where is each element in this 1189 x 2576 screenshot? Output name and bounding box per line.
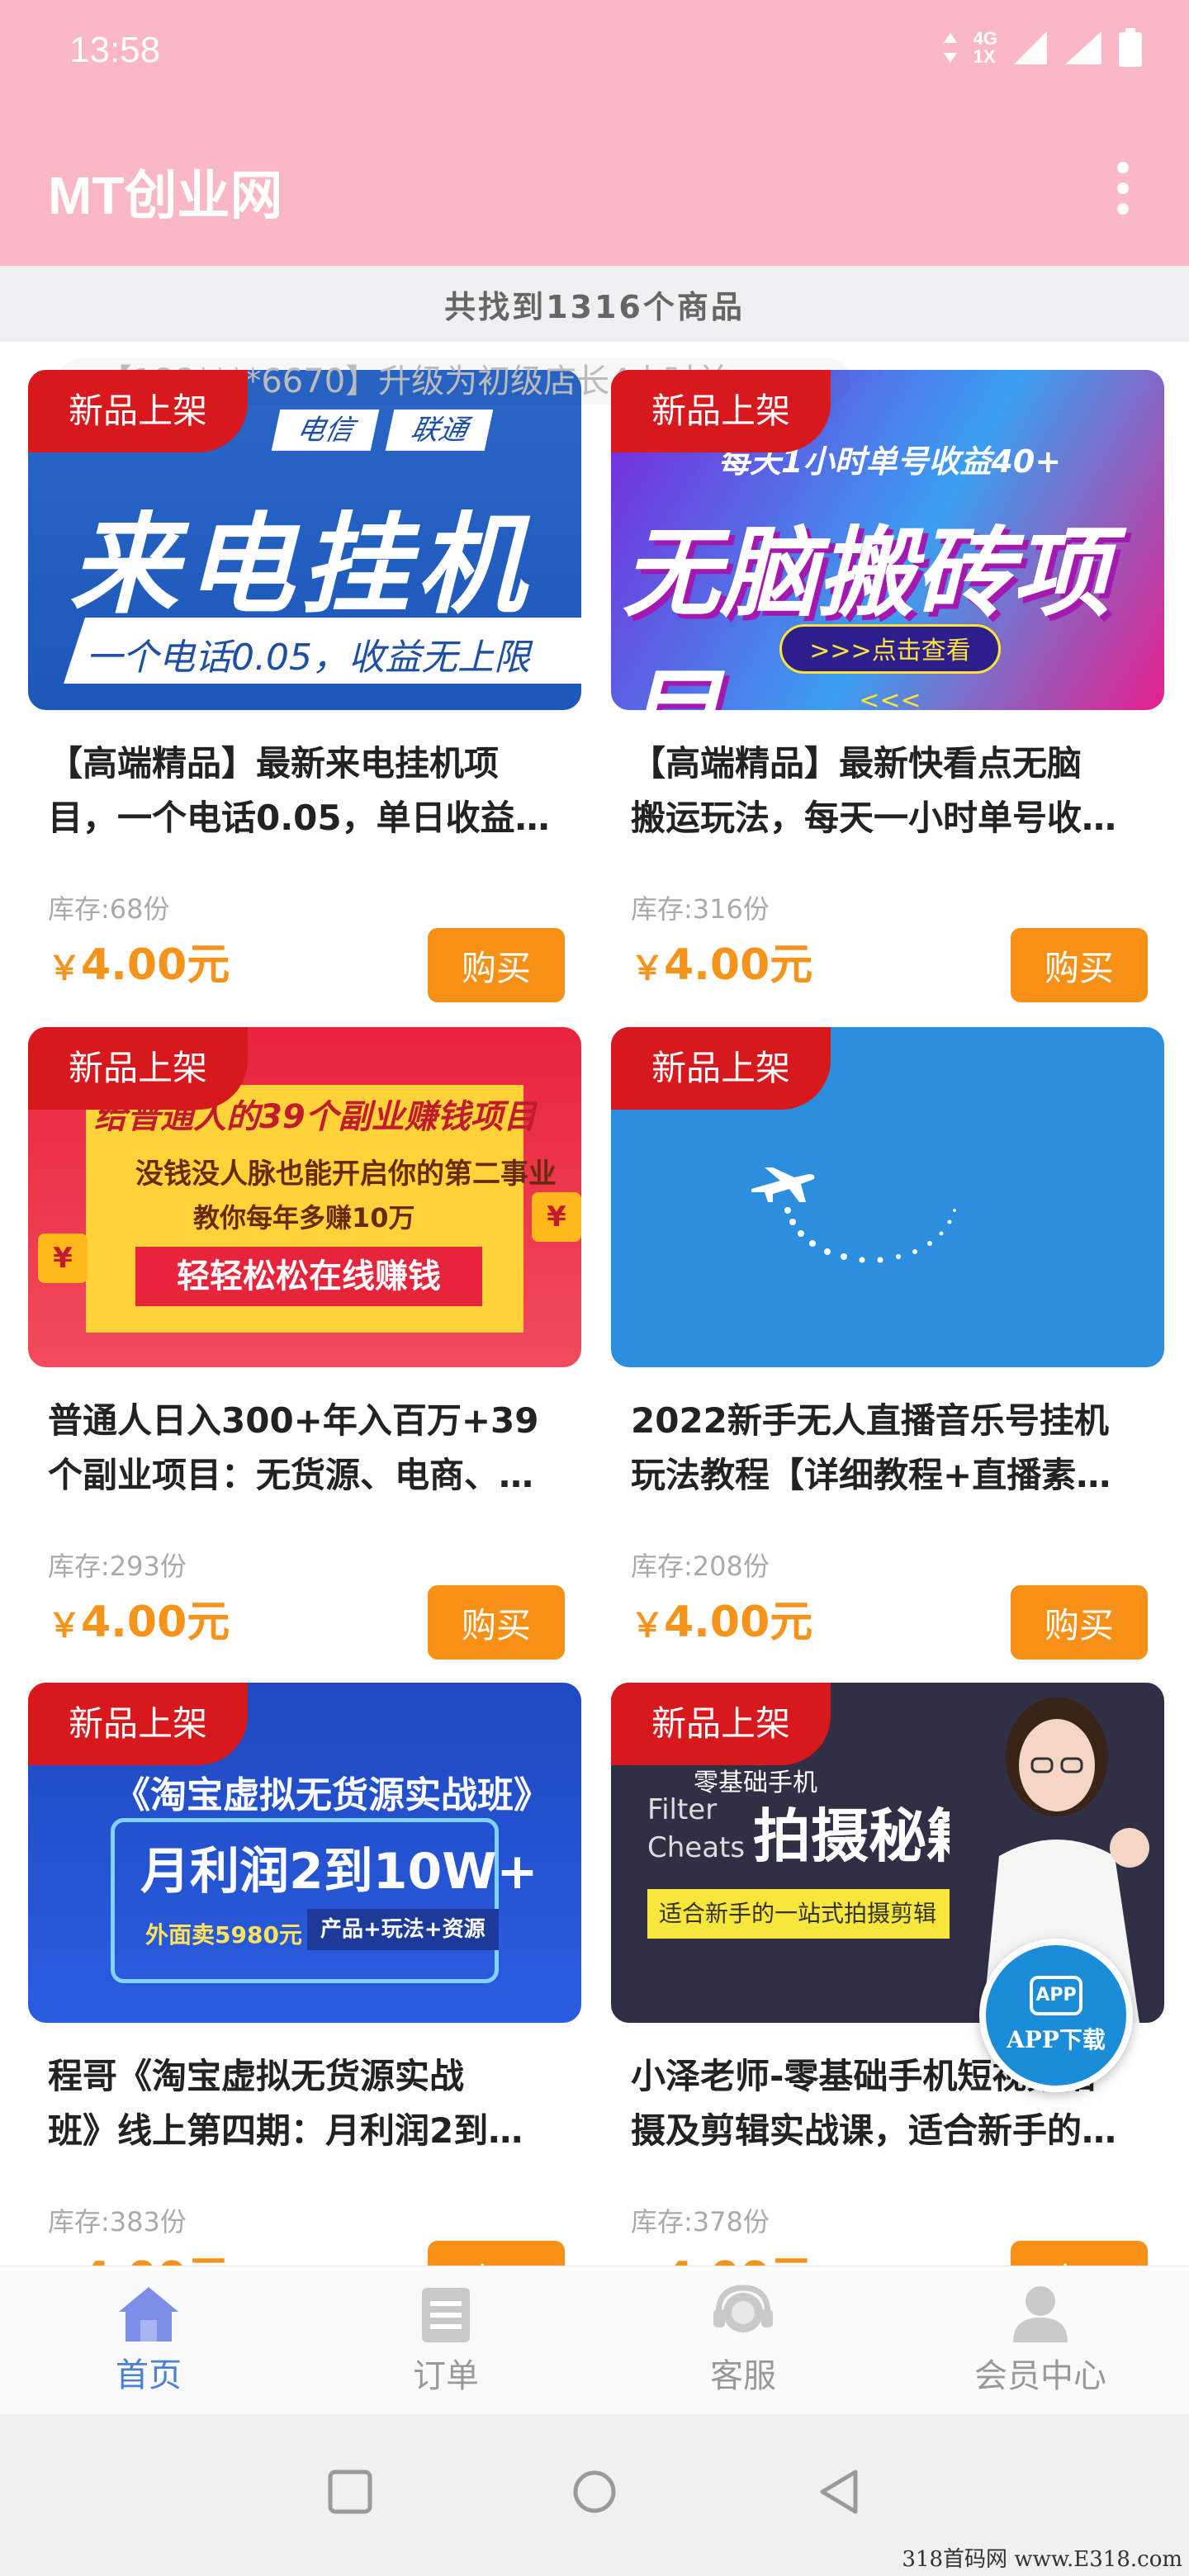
new-badge: 新品上架 [611,370,831,452]
product-price: ￥4.00元 [48,1598,230,1647]
product-stock: 库存:68份 [48,893,170,925]
thumb-caption: 适合新手的一站式拍摄剪辑 [647,1889,978,1939]
watermark: 318首码网 www.E318.com [902,2547,1182,2572]
new-badge: 新品上架 [28,1683,248,1765]
tab-orders[interactable]: 订单 [297,2266,594,2415]
battery-icon [1119,28,1142,67]
product-stock: 库存:293份 [48,1551,187,1582]
app-download-label: APP下载 [1007,2026,1106,2053]
buy-button[interactable]: 购买 [1011,928,1148,1002]
headset-icon [713,2285,773,2332]
product-stock: 库存:208份 [631,1551,770,1582]
thumb-headline: 来电挂机 [69,502,532,629]
tab-member-center[interactable]: 会员中心 [892,2266,1189,2415]
more-options-icon[interactable] [1106,162,1139,215]
tab-service[interactable]: 客服 [594,2266,892,2415]
product-stock: 库存:383份 [48,2206,187,2237]
product-thumbnail[interactable]: 新品上架 [611,1027,1164,1367]
thumb-cheats: Cheats [647,1831,746,1864]
product-title[interactable]: 2022新手无人直播音乐号挂机 玩法教程【详细教程+直播素… [631,1394,1159,1503]
product-title[interactable]: 【高端精品】最新来电挂机项 目，一个电话0.05，单日收益… [48,736,576,845]
signal-icon [1014,31,1047,64]
app-icon: APP [1030,1976,1082,2015]
bottom-tab-bar: 首页 订单 客服 会员中心 [0,2266,1189,2414]
new-badge: 新品上架 [611,1683,831,1765]
result-count: 共找到1316个商品 [444,288,745,325]
product-title[interactable]: 程哥《淘宝虚拟无货源实战 班》线上第四期：月利润2到… [48,2049,576,2158]
app-header: 13:58 4G 1X MT创业网 [0,0,1189,266]
coin-icon: ¥ [38,1234,88,1283]
recent-apps-icon[interactable] [327,2469,373,2515]
buy-button[interactable]: 购买 [428,2241,565,2266]
back-nav-icon[interactable] [816,2469,862,2515]
product-stock: 库存:316份 [631,893,770,925]
thumb-filter: Filter [647,1793,718,1826]
thumb-button: 轻轻松松在线赚钱 [135,1247,482,1306]
product-price: ￥4.00元 [631,2242,812,2266]
order-icon [422,2288,470,2342]
result-count-bar: 共找到1316个商品 [0,266,1189,342]
coin-icon: ¥ [532,1192,581,1242]
tab-home[interactable]: 首页 [0,2266,297,2415]
product-price: ￥4.00元 [48,940,230,990]
thumb-line: 没钱没人脉也能开启你的第二事业 [135,1158,557,1191]
thumb-button: >>>点击查看<<< [779,624,1001,710]
status-icons: 4G 1X [942,28,1143,68]
buy-button[interactable]: 购买 [1011,1585,1148,1660]
app-download-button[interactable]: APP APP下载 [979,1939,1133,2092]
thumb-line: 教你每年多赚10万 [193,1202,415,1234]
home-icon [119,2287,178,2342]
product-thumbnail[interactable]: 新品上架 电信 联通 来电挂机 一个电话0.05，收益无上限 [28,370,581,710]
product-title[interactable]: 普通人日入300+年入百万+39 个副业项目：无货源、电商、… [48,1394,576,1503]
buy-button[interactable]: 购买 [1011,2241,1148,2266]
product-price: ￥4.00元 [631,940,813,990]
product-title[interactable]: 【高端精品】最新快看点无脑 搬运玩法，每天一小时单号收… [631,736,1159,845]
network-type: 4G 1X [973,28,997,67]
product-thumbnail[interactable]: 新品上架 《淘宝虚拟无货源实战班》 月利润2到10W+ 外面卖5980元 产品+… [28,1683,581,2023]
product-thumbnail[interactable]: 新品上架 给普通人的39个副业赚钱项目 没钱没人脉也能开启你的第二事业 教你每年… [28,1027,581,1367]
new-badge: 新品上架 [611,1027,831,1110]
signal-icon-2 [1065,31,1101,64]
status-time: 13:58 [69,30,161,70]
system-navigation-bar: 318首码网 www.E318.com [0,2414,1189,2576]
thumb-tag: 电信 [271,410,380,451]
app-title: MT创业网 [48,166,283,225]
thumb-subtext: 外面卖5980元 [145,1921,302,1949]
thumb-caption: 一个电话0.05，收益无上限 [86,637,530,679]
buy-button[interactable]: 购买 [428,928,565,1002]
user-icon [1013,2286,1068,2342]
new-badge: 新品上架 [28,1027,248,1110]
thumb-line: 《淘宝虚拟无货源实战班》 [114,1774,550,1816]
product-thumbnail[interactable]: 新品上架 每天1小时单号收益40+ 无脑搬砖项目 >>>点击查看<<< [611,370,1164,710]
buy-button[interactable]: 购买 [428,1585,565,1660]
product-price: ￥4.00元 [631,1598,813,1647]
product-stock: 库存:378份 [631,2206,770,2237]
data-arrows-icon [943,33,957,63]
product-price: ￥4.00元 [48,2242,230,2266]
home-nav-icon[interactable] [571,2469,618,2515]
thumb-subtext: 产品+玩法+资源 [307,1909,499,1950]
thumb-tag: 联通 [385,410,494,451]
new-badge: 新品上架 [28,370,248,452]
thumb-headline: 月利润2到10W+ [140,1843,538,1901]
